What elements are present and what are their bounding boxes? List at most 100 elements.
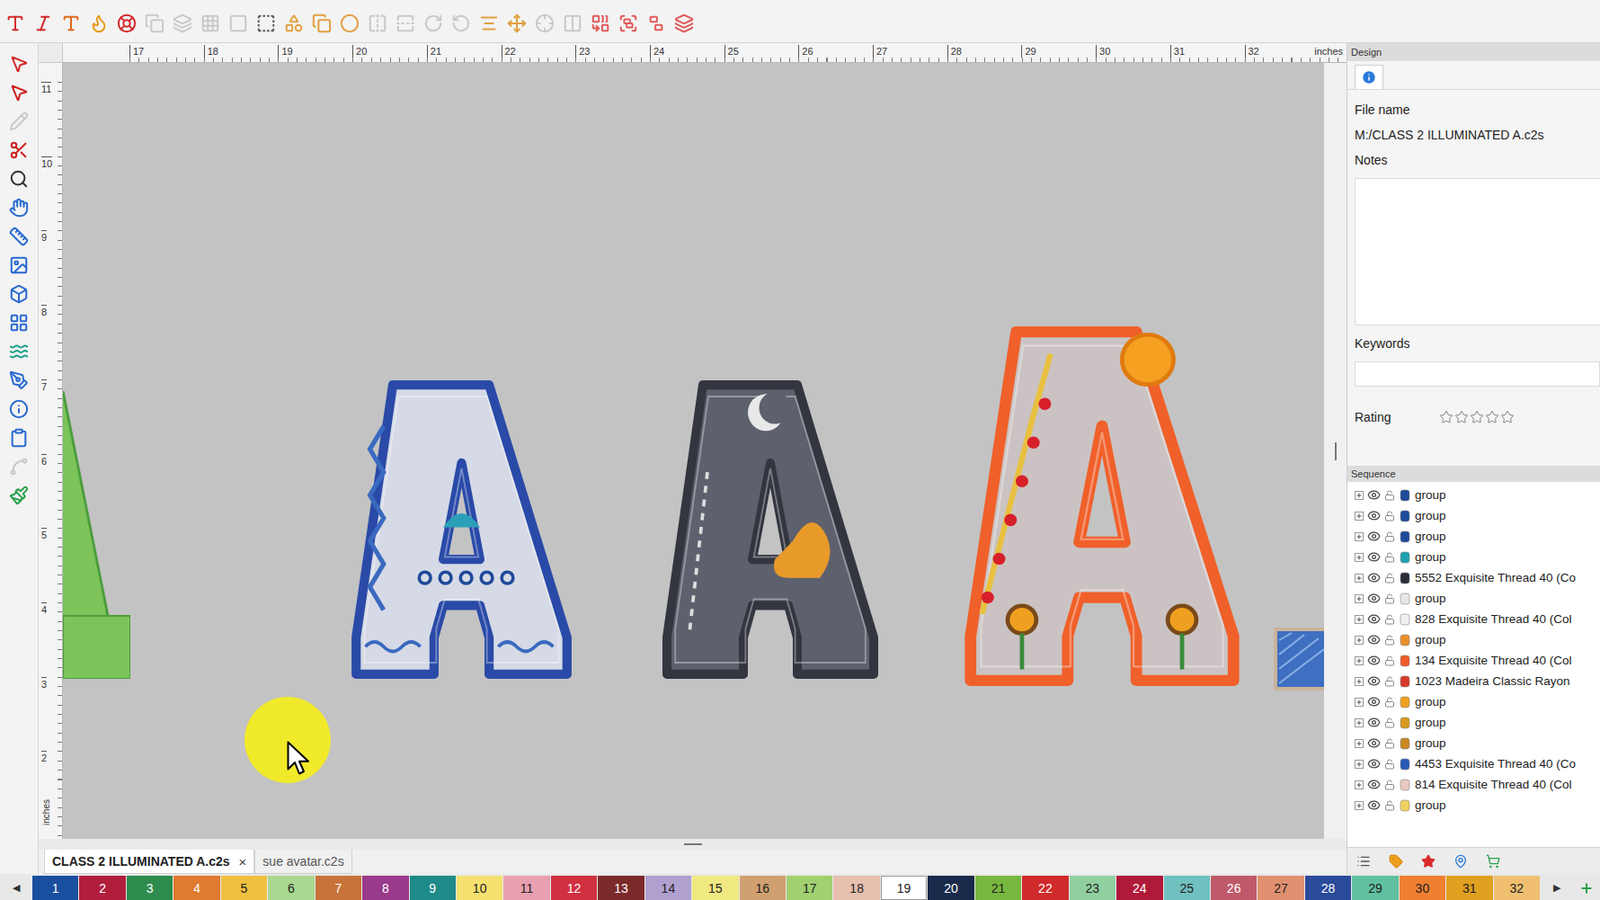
star-icon[interactable] xyxy=(1454,409,1469,425)
font-icon[interactable] xyxy=(61,13,81,34)
expand-icon[interactable] xyxy=(1354,800,1364,810)
duplicate-icon[interactable] xyxy=(311,13,332,34)
notes-field[interactable] xyxy=(1354,177,1600,326)
color-swatch[interactable]: 14 xyxy=(645,875,692,900)
info-tab[interactable] xyxy=(1354,64,1384,89)
visibility-icon[interactable] xyxy=(1367,632,1381,647)
embroidery-design-icon[interactable] xyxy=(959,326,1245,686)
visibility-icon[interactable] xyxy=(1367,529,1381,543)
star-icon[interactable] xyxy=(1484,409,1500,425)
group-icon[interactable] xyxy=(618,13,639,34)
expand-icon[interactable] xyxy=(1354,594,1364,604)
rating-stars[interactable] xyxy=(1439,409,1515,425)
color-swatch[interactable]: 31 xyxy=(1446,875,1493,900)
color-swatch[interactable]: 26 xyxy=(1210,875,1257,900)
visibility-icon[interactable] xyxy=(1367,653,1381,667)
color-swatch[interactable]: 24 xyxy=(1116,875,1163,900)
lock-icon[interactable] xyxy=(1384,717,1396,729)
color-swatch[interactable]: 22 xyxy=(1022,875,1068,900)
palette-next-button[interactable]: ▶ xyxy=(1540,875,1574,900)
text-icon[interactable] xyxy=(5,13,26,34)
color-swatch[interactable]: 15 xyxy=(692,875,738,900)
align-icon[interactable] xyxy=(479,13,499,34)
lock-icon[interactable] xyxy=(1384,613,1396,625)
info-icon[interactable] xyxy=(8,399,29,419)
document-tab[interactable]: CLASS 2 ILLUMINATED A.c2s× xyxy=(44,849,255,874)
visibility-icon[interactable] xyxy=(1367,508,1381,523)
lock-icon[interactable] xyxy=(1384,531,1396,543)
color-swatch[interactable]: 25 xyxy=(1164,875,1210,900)
visibility-icon[interactable] xyxy=(1367,550,1381,564)
select-icon[interactable] xyxy=(8,53,29,74)
pen-icon[interactable] xyxy=(8,370,29,391)
embroidery-design-icon[interactable] xyxy=(657,380,883,679)
sequence-row[interactable]: group xyxy=(1347,711,1600,733)
color-swatch[interactable]: 4 xyxy=(173,875,220,900)
color-swatch[interactable]: 19 xyxy=(880,875,927,900)
sequence-row[interactable]: 5552 Exquisite Thread 40 (Co xyxy=(1347,567,1600,588)
lock-icon[interactable] xyxy=(1384,634,1396,646)
pan-icon[interactable] xyxy=(8,197,29,218)
paint-icon[interactable] xyxy=(8,485,29,506)
color-swatch[interactable]: 3 xyxy=(126,875,173,900)
star-icon[interactable] xyxy=(1500,409,1515,425)
sequence-row[interactable]: group xyxy=(1347,505,1600,526)
combine-icon[interactable] xyxy=(590,13,611,34)
lock-icon[interactable] xyxy=(1384,572,1396,584)
lifebuoy-icon[interactable] xyxy=(116,13,137,34)
keywords-field[interactable] xyxy=(1354,361,1600,387)
expand-icon[interactable] xyxy=(1354,697,1364,707)
visibility-icon[interactable] xyxy=(1367,570,1381,585)
lock-icon[interactable] xyxy=(1384,489,1396,501)
draw-icon[interactable] xyxy=(8,111,29,132)
expand-icon[interactable] xyxy=(1354,718,1364,728)
stitch-icon[interactable] xyxy=(8,341,29,362)
sequence-row[interactable]: group xyxy=(1347,587,1600,609)
columns-icon[interactable] xyxy=(562,13,583,34)
flip-vertical-icon[interactable] xyxy=(395,13,416,34)
sequence-row[interactable]: 828 Exquisite Thread 40 (Col xyxy=(1347,608,1600,630)
document-tab[interactable]: sue avatar.c2s xyxy=(254,849,352,874)
color-swatch[interactable]: 12 xyxy=(551,875,597,900)
expand-icon[interactable] xyxy=(1354,490,1364,500)
expand-icon[interactable] xyxy=(1354,614,1364,624)
color-swatch[interactable]: 18 xyxy=(833,875,880,900)
visibility-icon[interactable] xyxy=(1367,488,1381,502)
expand-icon[interactable] xyxy=(1354,573,1364,583)
star-icon[interactable] xyxy=(1469,409,1485,425)
select-box-icon[interactable] xyxy=(256,13,276,34)
crosshair-icon[interactable] xyxy=(534,13,555,34)
measure-icon[interactable] xyxy=(8,226,29,247)
sequence-row[interactable]: group xyxy=(1347,691,1600,712)
lock-icon[interactable] xyxy=(1384,675,1396,687)
flame-icon[interactable] xyxy=(88,13,109,34)
lock-icon[interactable] xyxy=(1384,779,1396,791)
ungroup-icon[interactable] xyxy=(646,13,667,34)
expand-icon[interactable] xyxy=(1354,676,1364,686)
lock-icon[interactable] xyxy=(1384,593,1396,605)
shapes-icon[interactable] xyxy=(284,13,304,34)
star-icon[interactable] xyxy=(1439,409,1454,425)
object-icon[interactable] xyxy=(8,284,29,304)
horizontal-scrollbar[interactable] xyxy=(38,838,1347,850)
expand-icon[interactable] xyxy=(1354,552,1364,562)
sequence-row[interactable]: group xyxy=(1347,732,1600,754)
color-swatch[interactable]: 21 xyxy=(975,875,1022,900)
partial-design-icon[interactable] xyxy=(1273,627,1325,691)
expand-icon[interactable] xyxy=(1354,759,1364,769)
grid-icon[interactable] xyxy=(200,13,221,34)
partial-design-icon[interactable] xyxy=(62,391,131,679)
color-swatch[interactable]: 5 xyxy=(221,875,267,900)
color-swatch[interactable]: 20 xyxy=(927,875,974,900)
color-swatch[interactable]: 9 xyxy=(409,875,456,900)
embroidery-design[interactable] xyxy=(346,380,577,679)
visibility-icon[interactable] xyxy=(1367,736,1381,750)
color-swatch[interactable]: 8 xyxy=(362,875,409,900)
favorite-icon[interactable] xyxy=(1421,853,1436,869)
rotate-cw-icon[interactable] xyxy=(423,13,444,34)
expand-icon[interactable] xyxy=(1354,532,1364,542)
expand-icon[interactable] xyxy=(1354,656,1364,666)
color-swatch[interactable]: 17 xyxy=(786,875,833,900)
tag-icon[interactable] xyxy=(1388,853,1404,869)
sequence-row[interactable]: group xyxy=(1347,629,1600,650)
